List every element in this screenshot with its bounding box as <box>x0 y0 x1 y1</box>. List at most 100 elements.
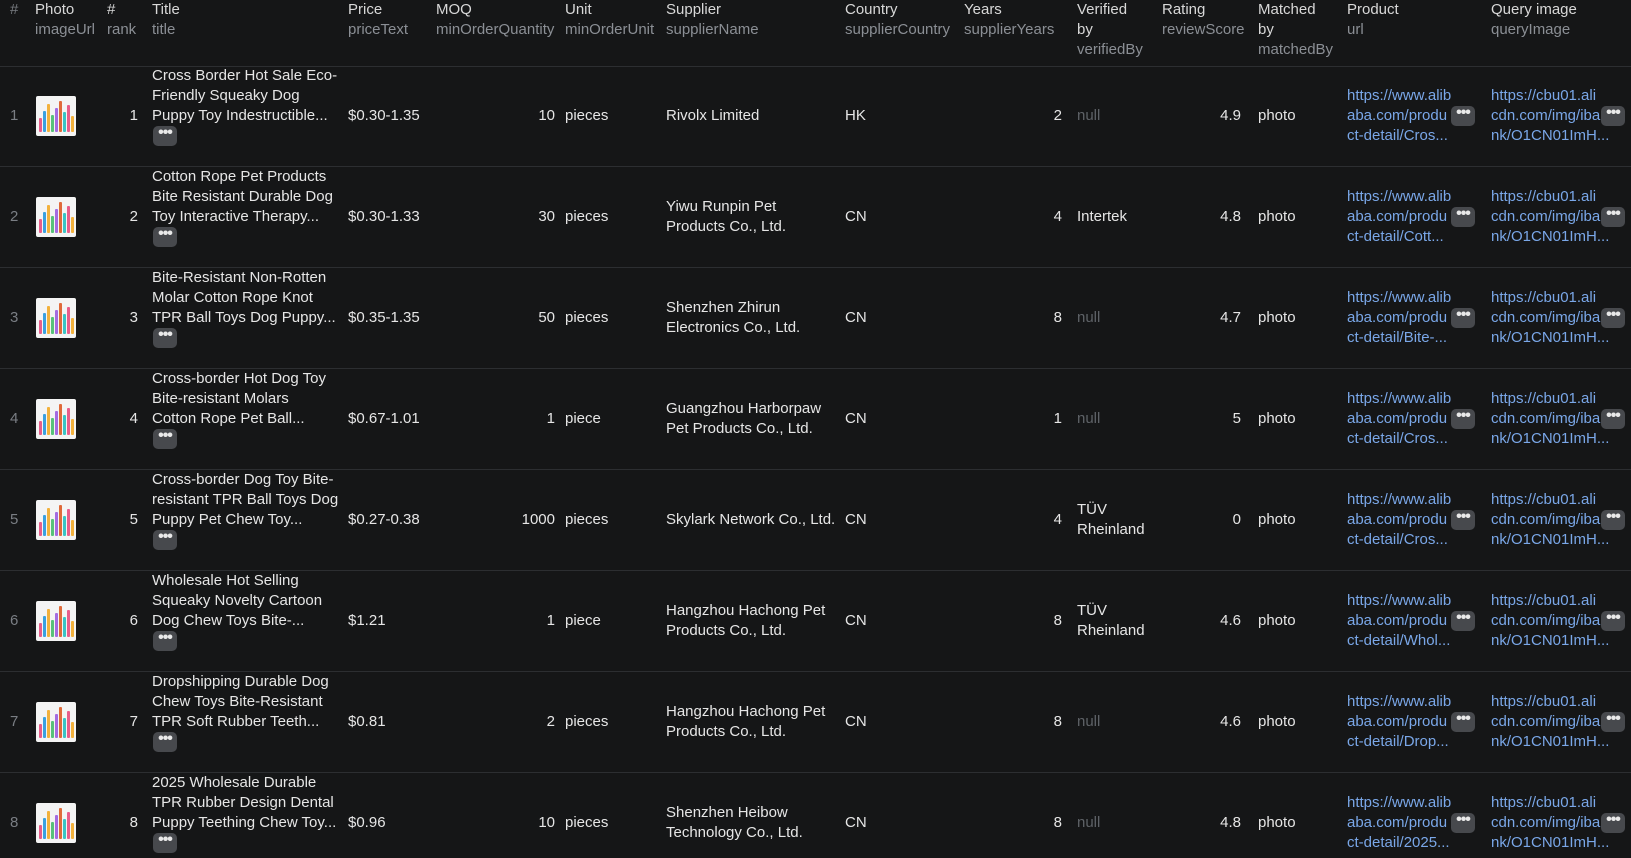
title-more-button[interactable]: ••• <box>153 327 177 348</box>
rank-cell-line: 3 <box>129 309 138 326</box>
row-index: 6 <box>10 611 18 631</box>
country-cell-line: CN <box>845 208 867 225</box>
header-supplier[interactable]: Supplier supplierName <box>666 0 759 40</box>
title-line: resistant TPR Ball Toys Dog <box>152 491 339 508</box>
header-verified-by[interactable]: Verified by verifiedBy <box>1077 0 1143 60</box>
photo-toy-shape <box>39 623 42 637</box>
query-more-button[interactable]: ••• <box>1601 206 1625 227</box>
query-more-button[interactable]: ••• <box>1601 610 1625 631</box>
header-index[interactable]: # <box>10 0 18 20</box>
product-photo[interactable] <box>36 96 76 136</box>
title-more-button[interactable]: ••• <box>153 832 177 853</box>
product-photo[interactable] <box>36 702 76 742</box>
query-line: https://cbu01.ali <box>1491 592 1597 609</box>
table-row[interactable]: 2 2 Cotton Rope Pet Products Bite Resistant… <box>0 167 1631 268</box>
header-unit[interactable]: Unit minOrderUnit <box>565 0 654 40</box>
product-url-link[interactable]: https://www.alib aba.com/produ ct-detail/C… <box>1347 389 1451 449</box>
title-more-button[interactable]: ••• <box>153 428 177 449</box>
url-more-button[interactable]: ••• <box>1451 307 1475 328</box>
query-more-button[interactable]: ••• <box>1601 408 1625 429</box>
url-more-button[interactable]: ••• <box>1451 711 1475 732</box>
query-more-button[interactable]: ••• <box>1601 711 1625 732</box>
supplier-cell-line: Guangzhou Harborpaw <box>666 400 822 417</box>
url-line: aba.com/produ <box>1347 511 1448 528</box>
header-query-image[interactable]: Query image queryImage <box>1491 0 1577 40</box>
photo-toy-shape <box>59 303 62 334</box>
query-image-link[interactable]: https://cbu01.ali cdn.com/img/iba nk/O1CN0… <box>1491 591 1609 651</box>
query-image-link[interactable]: https://cbu01.ali cdn.com/img/iba nk/O1CN0… <box>1491 692 1609 752</box>
product-photo[interactable] <box>36 298 76 338</box>
row-index-line: 6 <box>10 612 19 629</box>
header-years[interactable]: Years supplierYears <box>964 0 1054 40</box>
table-row[interactable]: 7 7 Dropshipping Durable Dog Chew Toys Bite… <box>0 672 1631 773</box>
title-more-button[interactable]: ••• <box>153 529 177 550</box>
table-row[interactable]: 6 6 Wholesale Hot Selling Squeaky Novelty C… <box>0 571 1631 672</box>
photo-toy-shape <box>59 606 62 637</box>
header-country[interactable]: Country supplierCountry <box>845 0 950 40</box>
header-title[interactable]: Title title <box>152 0 180 40</box>
query-image-link[interactable]: https://cbu01.ali cdn.com/img/iba nk/O1CN0… <box>1491 389 1609 449</box>
query-image-link[interactable]: https://cbu01.ali cdn.com/img/iba nk/O1CN0… <box>1491 793 1609 853</box>
table-row[interactable]: 5 5 Cross-border Dog Toy Bite-resistant TP… <box>0 470 1631 571</box>
moq-cell: 2 <box>495 712 555 732</box>
title-more-button[interactable]: ••• <box>153 226 177 247</box>
table-row[interactable]: 8 8 2025 Wholesale Durable TPR Rubber Desig… <box>0 773 1631 858</box>
product-url-link[interactable]: https://www.alib aba.com/produ ct-detail/C… <box>1347 86 1451 146</box>
query-image-link[interactable]: https://cbu01.ali cdn.com/img/iba nk/O1CN0… <box>1491 86 1609 146</box>
title-more-button[interactable]: ••• <box>153 630 177 651</box>
query-image-link[interactable]: https://cbu01.ali cdn.com/img/iba nk/O1CN0… <box>1491 490 1609 550</box>
product-url-link[interactable]: https://www.alib aba.com/produ ct-detail/D… <box>1347 692 1451 752</box>
query-image-link[interactable]: https://cbu01.ali cdn.com/img/iba nk/O1CN0… <box>1491 288 1609 348</box>
header-photo[interactable]: Photo imageUrl <box>35 0 95 40</box>
title-line: TPR Soft Rubber Teeth... <box>152 713 320 730</box>
product-url-link[interactable]: https://www.alib aba.com/produ ct-detail/W… <box>1347 591 1451 651</box>
photo-toy-shape <box>67 610 70 637</box>
price-cell: $0.67-1.01 <box>348 409 420 429</box>
table-row[interactable]: 4 4 Cross-border Hot Dog Toy Bite-resistant… <box>0 369 1631 470</box>
verified-cell: TÜV Rheinland <box>1077 601 1145 641</box>
table-row[interactable]: 3 3 Bite-Resistant Non-Rotten Molar Cotton … <box>0 268 1631 369</box>
product-url-link[interactable]: https://www.alib aba.com/produ ct-detail/C… <box>1347 187 1451 247</box>
product-photo[interactable] <box>36 197 76 237</box>
verified-cell-line: null <box>1077 410 1101 427</box>
url-more-button[interactable]: ••• <box>1451 812 1475 833</box>
header-rating[interactable]: Rating reviewScore <box>1162 0 1245 40</box>
url-more-button[interactable]: ••• <box>1451 408 1475 429</box>
product-url-link[interactable]: https://www.alib aba.com/produ ct-detail/C… <box>1347 490 1451 550</box>
photo-toy-shape <box>55 310 58 334</box>
rank-cell-line: 1 <box>129 107 138 124</box>
supplier-cell-line: Electronics Co., Ltd. <box>666 319 801 336</box>
query-more-button[interactable]: ••• <box>1601 509 1625 530</box>
header-product-url[interactable]: Product url <box>1347 0 1399 40</box>
rank-cell-line: 8 <box>129 814 138 831</box>
url-more-button[interactable]: ••• <box>1451 509 1475 530</box>
url-more-button[interactable]: ••• <box>1451 610 1475 631</box>
matched-cell: photo <box>1258 813 1296 833</box>
query-more-button[interactable]: ••• <box>1601 105 1625 126</box>
photo-toy-shape <box>59 505 62 536</box>
product-url-link[interactable]: https://www.alib aba.com/produ ct-detail/B… <box>1347 288 1451 348</box>
product-photo[interactable] <box>36 803 76 843</box>
verified-cell: null <box>1077 409 1100 429</box>
query-image-link[interactable]: https://cbu01.ali cdn.com/img/iba nk/O1CN0… <box>1491 187 1609 247</box>
product-photo[interactable] <box>36 500 76 540</box>
query-more-button[interactable]: ••• <box>1601 812 1625 833</box>
header-rank[interactable]: # rank <box>107 0 136 40</box>
product-url-link[interactable]: https://www.alib aba.com/produ ct-detail/2… <box>1347 793 1451 853</box>
url-more-button[interactable]: ••• <box>1451 206 1475 227</box>
product-photo[interactable] <box>36 399 76 439</box>
header-matched-by[interactable]: Matched by matchedBy <box>1258 0 1333 60</box>
table-row[interactable]: 1 1 Cross Border Hot Sale Eco- Friendly Squ… <box>0 66 1631 167</box>
product-photo[interactable] <box>36 601 76 641</box>
title-line: Cotton Rope Pet Products <box>152 168 327 185</box>
title-line: Bite-resistant Molars <box>152 390 289 407</box>
header-price[interactable]: Price priceText <box>348 0 408 40</box>
matched-cell-line: photo <box>1258 309 1296 326</box>
title-more-button[interactable]: ••• <box>153 125 177 146</box>
photo-toy-shape <box>59 202 62 233</box>
title-more-button[interactable]: ••• <box>153 731 177 752</box>
header-moq[interactable]: MOQ minOrderQuantity <box>436 0 554 40</box>
query-more-button[interactable]: ••• <box>1601 307 1625 328</box>
url-more-button[interactable]: ••• <box>1451 105 1475 126</box>
supplier-cell-line: Rivolx Limited <box>666 107 760 124</box>
